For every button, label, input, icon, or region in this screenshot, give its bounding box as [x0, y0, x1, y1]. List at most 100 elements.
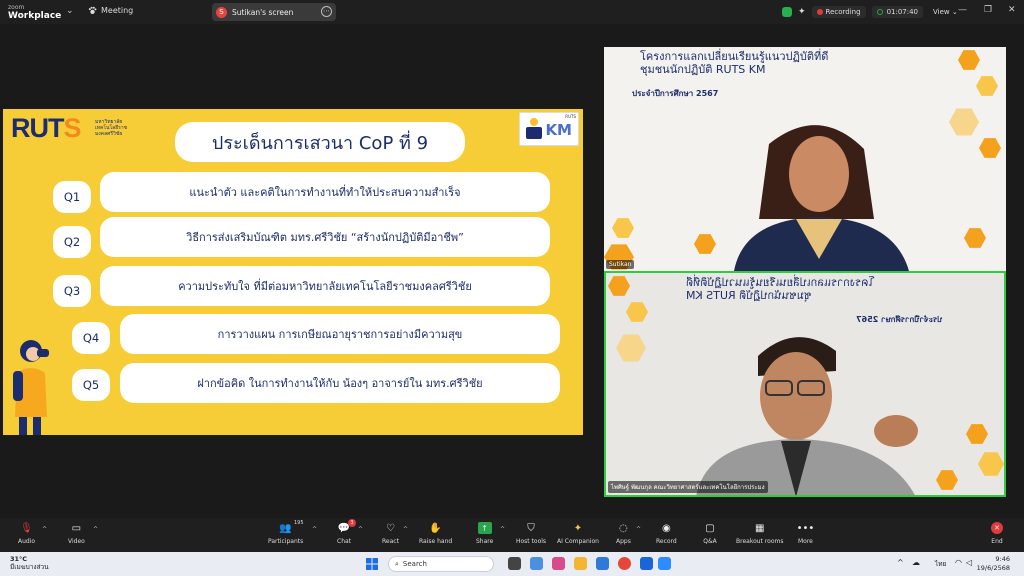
audio-button[interactable]: 🎙 Audio	[18, 522, 35, 546]
participants-options-caret[interactable]: ^	[312, 526, 317, 533]
record-icon: ◉	[661, 522, 671, 534]
book-icon	[526, 127, 542, 139]
video-options-caret[interactable]: ^	[93, 526, 98, 533]
shield-icon[interactable]	[782, 7, 792, 17]
react-button[interactable]: ♡ React	[382, 522, 399, 546]
meeting-tab[interactable]: Meeting	[88, 6, 133, 15]
record-button[interactable]: ◉ Record	[656, 522, 677, 546]
sparkle-icon: ✦	[573, 522, 583, 534]
screen-share-pill[interactable]: S Sutikan's screen ⋯	[212, 3, 336, 21]
clock-icon	[876, 9, 883, 15]
app-icon[interactable]	[640, 557, 653, 570]
avatar: S	[216, 6, 227, 18]
slide-title: ประเด็นการเสวนา CoP ที่ 9	[175, 122, 465, 162]
volume-icon[interactable]: ◁	[966, 558, 972, 567]
microphone-muted-icon: 🎙	[20, 522, 33, 534]
question-q1: แนะนำตัว และคติในการทำงานที่ทำให้ประสบคว…	[100, 172, 550, 212]
qa-icon: ▢	[705, 522, 715, 534]
ruts-logo: RUTS	[11, 113, 82, 143]
more-options-icon[interactable]: ⋯	[321, 6, 332, 17]
video-button[interactable]: ▭ Video	[68, 522, 85, 546]
banner-subtitle: ประจำปีการศึกษา 2567	[632, 89, 719, 98]
participant-name-tag: ไพศิษฐ์ พัฒนกุล คณะวิทยาศาสตร์และเทคโนโล…	[608, 481, 768, 493]
chat-button[interactable]: 💬 Chat 3	[337, 519, 356, 545]
share-button[interactable]: ↑ Share	[476, 522, 493, 545]
chrome-icon[interactable]	[618, 557, 631, 570]
taskbar-search[interactable]: ⌕ Search	[388, 556, 494, 572]
participants-button[interactable]: 👥 Participants 195	[268, 520, 304, 545]
zoom-logo[interactable]: zoom Workplace	[8, 3, 61, 21]
shared-screen-slide: RUTS มหาวิทยาลัยเทคโนโลยีราชมงคลศรีวิชัย…	[3, 109, 583, 435]
chat-unread-badge: 3	[348, 519, 356, 527]
app-icon[interactable]	[530, 557, 543, 570]
ai-companion-button[interactable]: ✦ AI Companion	[557, 522, 599, 546]
ruts-km-logo: RUTS KM	[519, 112, 579, 146]
app-icon[interactable]	[596, 557, 609, 570]
question-badge-q1: Q1	[53, 181, 91, 213]
view-button[interactable]: View ⌄	[933, 8, 958, 16]
recording-indicator[interactable]: Recording	[811, 6, 866, 18]
host-tools-button[interactable]: ⛉ Host tools	[516, 522, 546, 546]
weather-widget[interactable]: 31°C มีเมฆบางส่วน	[10, 555, 49, 571]
meeting-toolbar: 🎙 Audio ^ ▭ Video ^ 👥 Participants 195 ^…	[0, 518, 1024, 552]
input-language[interactable]: ไทย	[935, 559, 946, 569]
app-icon[interactable]	[552, 557, 565, 570]
cloud-icon[interactable]: ☁	[912, 558, 920, 567]
task-view-icon[interactable]	[508, 557, 521, 570]
search-icon: ⌕	[395, 559, 399, 568]
more-button[interactable]: ••• More	[797, 522, 815, 546]
banner-title: โครงการแลกเปลี่ยนเรียนรู้แนวปฏิบัติที่ดี…	[640, 50, 829, 76]
paw-icon	[88, 6, 97, 15]
university-name: มหาวิทยาลัยเทคโนโลยีราชมงคลศรีวิชัย	[95, 119, 128, 137]
grid-icon: ▦	[755, 522, 765, 534]
question-badge-q5: Q5	[72, 369, 110, 401]
active-speaker-video-tile[interactable]: โครงการแลกเปลี่ยนเรียนรู้แนวปฏิบัติที่ดี…	[604, 271, 1006, 497]
heart-icon: ♡	[385, 522, 395, 534]
people-icon: 👥	[279, 522, 292, 534]
folder-icon[interactable]	[574, 557, 587, 570]
meeting-timer: 01:07:40	[871, 6, 924, 18]
screen-share-label: Sutikan's screen	[232, 7, 294, 17]
question-q3: ความประทับใจ ที่มีต่อมหาวิทยาลัยเทคโนโลย…	[100, 266, 550, 306]
cartoon-girl-illustration	[13, 340, 49, 435]
raise-hand-button[interactable]: ✋ Raise hand	[419, 522, 452, 546]
video-camera-icon: ▭	[71, 522, 82, 534]
sparkle-icon[interactable]: ✦	[798, 7, 806, 17]
breakout-rooms-button[interactable]: ▦ Breakout rooms	[736, 522, 783, 546]
question-q2: วิธีการส่งเสริมบัณฑิต มทร.ศรีวิชัย “สร้า…	[100, 217, 550, 257]
windows-start-icon[interactable]	[366, 558, 378, 570]
hand-icon: ✋	[429, 522, 442, 534]
participant-video	[734, 125, 909, 271]
meeting-status: ✦ Recording 01:07:40 View ⌄	[782, 4, 958, 20]
apps-button[interactable]: ◌ Apps	[616, 522, 631, 546]
title-bar: zoom Workplace ⌄ Meeting S Sutikan's scr…	[0, 0, 1024, 24]
question-badge-q2: Q2	[53, 226, 91, 258]
qa-button[interactable]: ▢ Q&A	[703, 522, 717, 546]
chevron-down-icon[interactable]: ⌄	[66, 6, 74, 16]
react-options-caret[interactable]: ^	[403, 526, 408, 533]
banner-title-mirrored: โครงการแลกเปลี่ยนเรียนรู้แนวปฏิบัติที่ดี…	[686, 276, 875, 302]
participant-video-tile[interactable]: โครงการแลกเปลี่ยนเรียนรู้แนวปฏิบัติที่ดี…	[604, 47, 1006, 271]
meeting-label: Meeting	[101, 6, 134, 15]
system-tray-caret[interactable]: ^	[897, 558, 904, 567]
question-q4: การวางแผน การเกษียณอายุราชการอย่างมีความ…	[120, 314, 560, 354]
share-options-caret[interactable]: ^	[500, 526, 505, 533]
participants-count: 195	[294, 520, 304, 526]
question-badge-q3: Q3	[53, 275, 91, 307]
audio-options-caret[interactable]: ^	[42, 526, 47, 533]
apps-options-caret[interactable]: ^	[636, 526, 641, 533]
restore-icon[interactable]: ❐	[984, 5, 992, 15]
participant-video	[696, 337, 918, 495]
close-icon[interactable]: ✕	[1008, 5, 1016, 15]
taskbar-clock[interactable]: 9:46 19/6/2568	[977, 555, 1010, 573]
network-icon[interactable]: ◠	[955, 558, 962, 567]
question-badge-q4: Q4	[72, 322, 110, 354]
end-button[interactable]: ✕ End	[991, 522, 1003, 545]
zoom-app-icon[interactable]	[658, 557, 671, 570]
lightbulb-icon	[530, 118, 538, 126]
share-screen-icon: ↑	[477, 522, 492, 534]
chat-options-caret[interactable]: ^	[358, 526, 363, 533]
minimize-icon[interactable]: —	[958, 5, 967, 15]
record-dot-icon	[816, 9, 823, 15]
windows-taskbar: 31°C มีเมฆบางส่วน ⌕ Search ^ ☁ ไทย ◠ ◁ 9…	[0, 552, 1024, 576]
